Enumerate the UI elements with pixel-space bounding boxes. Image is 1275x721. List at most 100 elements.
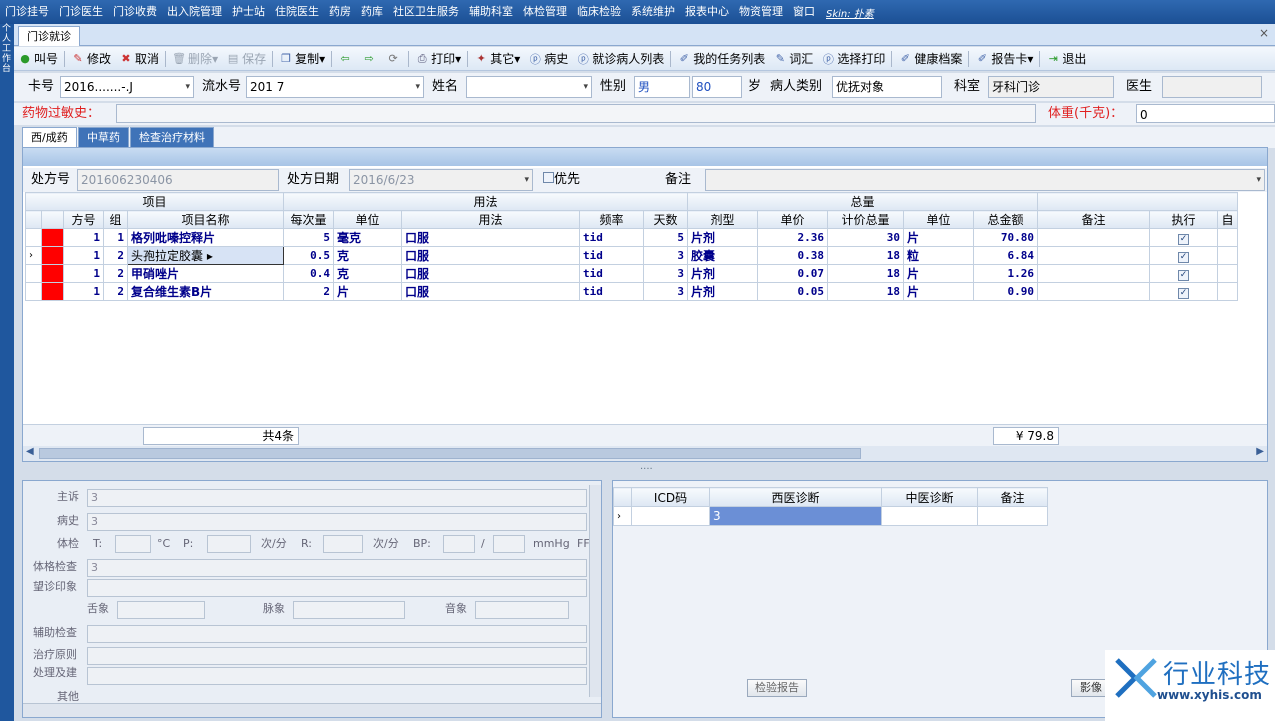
refresh-button[interactable]: ⟳: [382, 49, 406, 69]
history-field[interactable]: 3: [87, 513, 587, 531]
form-horizontal-scrollbar[interactable]: [23, 703, 601, 717]
cell-freq[interactable]: tid: [579, 228, 644, 247]
menu-item-3[interactable]: 出入院管理: [162, 0, 227, 24]
allergy-field[interactable]: [116, 104, 1036, 123]
cell-group[interactable]: 2: [103, 264, 128, 283]
col-group[interactable]: 组: [103, 210, 128, 229]
temp-field[interactable]: [115, 535, 151, 553]
col-item-name[interactable]: 项目名称: [127, 210, 284, 229]
cell-price[interactable]: 0.05: [757, 282, 828, 301]
col-amount[interactable]: 总金额: [973, 210, 1038, 229]
diag-col-note[interactable]: 备注: [977, 487, 1048, 507]
cell-unit[interactable]: 克: [333, 264, 402, 283]
scroll-thumb[interactable]: [39, 448, 861, 459]
cell-qty[interactable]: 30: [827, 228, 904, 247]
health-record-button[interactable]: ✐ 健康档案: [894, 49, 966, 69]
menu-item-4[interactable]: 护士站: [227, 0, 270, 24]
col-unit[interactable]: 单位: [333, 210, 402, 229]
execute-checkbox[interactable]: ✓: [1149, 264, 1218, 283]
cell-note[interactable]: [1037, 264, 1150, 283]
cell-item-name[interactable]: 头孢拉定胶囊 ▸: [127, 246, 284, 265]
cell-usage[interactable]: 口服: [401, 228, 580, 247]
cell-item-name[interactable]: 甲硝唑片: [127, 264, 284, 283]
execute-checkbox[interactable]: ✓: [1149, 228, 1218, 247]
card-number-field[interactable]: 2016.......-.J: [60, 76, 194, 98]
menu-item-0[interactable]: 门诊挂号: [0, 0, 54, 24]
diag-col-western[interactable]: 西医诊断: [709, 487, 882, 507]
cell-form[interactable]: 片剂: [687, 282, 758, 301]
menu-item-14[interactable]: 物资管理: [734, 0, 788, 24]
cell-note[interactable]: [1037, 228, 1150, 247]
table-row[interactable]: › 1 2 头孢拉定胶囊 ▸ 0.5 克口服 tid 3 胶囊 0.38 18 粒 6.84 ✓: [25, 246, 1238, 265]
aux-exam-field[interactable]: [87, 625, 587, 643]
col-usage[interactable]: 用法: [401, 210, 580, 229]
priority-checkbox[interactable]: 优先: [543, 168, 580, 192]
rx-date-field[interactable]: 2016/6/23: [349, 169, 533, 191]
col-fh[interactable]: 方号: [63, 210, 104, 229]
diag-icd-cell[interactable]: [631, 506, 710, 526]
table-row[interactable]: 1 2 甲硝唑片 0.4 克口服 tid 3 片剂 0.07 18 片 1.26 ✓: [25, 264, 1238, 283]
cell-unit[interactable]: 毫克: [333, 228, 402, 247]
cell-qty-unit[interactable]: 片: [903, 282, 974, 301]
cell-unit[interactable]: 片: [333, 282, 402, 301]
cell-fh[interactable]: 1: [63, 282, 104, 301]
prev-button[interactable]: ⇦: [334, 49, 358, 69]
panel-splitter[interactable]: ····: [22, 464, 1268, 475]
diag-col-icd[interactable]: ICD码: [631, 487, 710, 507]
copy-button[interactable]: ❐ 复制 ▾: [275, 49, 329, 69]
cell-note[interactable]: [1037, 246, 1150, 265]
cell-usage[interactable]: 口服: [401, 282, 580, 301]
cell-qty-unit[interactable]: 粒: [903, 246, 974, 265]
menu-item-10[interactable]: 体检管理: [518, 0, 572, 24]
cell-item-name[interactable]: 格列吡嗪控释片: [127, 228, 284, 247]
tasks-button[interactable]: ✐ 我的任务列表: [673, 49, 769, 69]
horizontal-scrollbar[interactable]: ◀ ▶: [23, 446, 1267, 461]
menu-item-1[interactable]: 门诊医生: [54, 0, 108, 24]
cell-dose[interactable]: 2: [283, 282, 334, 301]
rx-no-field[interactable]: 201606230406: [77, 169, 279, 191]
serial-number-field[interactable]: 201 7: [246, 76, 424, 98]
bp-diastolic-field[interactable]: [493, 535, 525, 553]
execute-checkbox[interactable]: ✓: [1149, 282, 1218, 301]
cell-fh[interactable]: 1: [63, 228, 104, 247]
table-row[interactable]: 1 1 格列吡嗪控释片 5 毫克 口服 tid 5 片剂 2.36 30 片 70.80 ✓: [25, 228, 1238, 247]
close-icon[interactable]: ×: [1259, 26, 1269, 40]
col-dose[interactable]: 每次量: [283, 210, 334, 229]
bp-systolic-field[interactable]: [443, 535, 475, 553]
lab-report-button[interactable]: 检验报告: [747, 679, 807, 697]
menu-item-11[interactable]: 临床检验: [572, 0, 626, 24]
cell-days[interactable]: 3: [643, 246, 688, 265]
diag-row[interactable]: › 3: [613, 506, 1048, 526]
col-qty-unit[interactable]: 单位: [903, 210, 974, 229]
cancel-button[interactable]: ✖ 取消: [115, 49, 163, 69]
diag-western-cell[interactable]: 3: [709, 506, 882, 526]
pulse-field[interactable]: [293, 601, 405, 619]
tab-western-medicine[interactable]: 西/成药: [22, 127, 77, 148]
scroll-right-icon[interactable]: ▶: [1256, 446, 1264, 457]
cell-qty-unit[interactable]: 片: [903, 228, 974, 247]
col-qty[interactable]: 计价总量: [827, 210, 904, 229]
vocab-button[interactable]: ✎ 词汇: [769, 49, 817, 69]
tab-chinese-herbal[interactable]: 中草药: [78, 127, 129, 148]
report-card-button[interactable]: ✐ 报告卡 ▾: [971, 49, 1037, 69]
patient-type-field[interactable]: 优抚对象: [832, 76, 942, 98]
tab-outpatient-visit[interactable]: 门诊就诊: [18, 26, 80, 46]
save-button[interactable]: ▤ 保存: [222, 49, 270, 69]
cell-qty-unit[interactable]: 片: [903, 264, 974, 283]
cell-usage[interactable]: 口服: [401, 264, 580, 283]
doctor-field[interactable]: [1162, 76, 1262, 98]
cell-price[interactable]: 2.36: [757, 228, 828, 247]
tab-exam-materials[interactable]: 检查治疗材料: [130, 127, 214, 148]
vertical-scrollbar[interactable]: [589, 485, 601, 697]
cell-amount[interactable]: 70.80: [973, 228, 1038, 247]
cell-price[interactable]: 0.07: [757, 264, 828, 283]
cell-dose[interactable]: 0.5: [283, 246, 334, 265]
principle-field[interactable]: [87, 647, 587, 665]
cell-freq[interactable]: tid: [579, 282, 644, 301]
cell-dose[interactable]: 5: [283, 228, 334, 247]
cell-fh[interactable]: 1: [63, 264, 104, 283]
cell-form[interactable]: 胶囊: [687, 246, 758, 265]
age-field[interactable]: 80: [692, 76, 742, 98]
menu-item-5[interactable]: 住院医生: [270, 0, 324, 24]
cell-self[interactable]: [1217, 264, 1238, 283]
